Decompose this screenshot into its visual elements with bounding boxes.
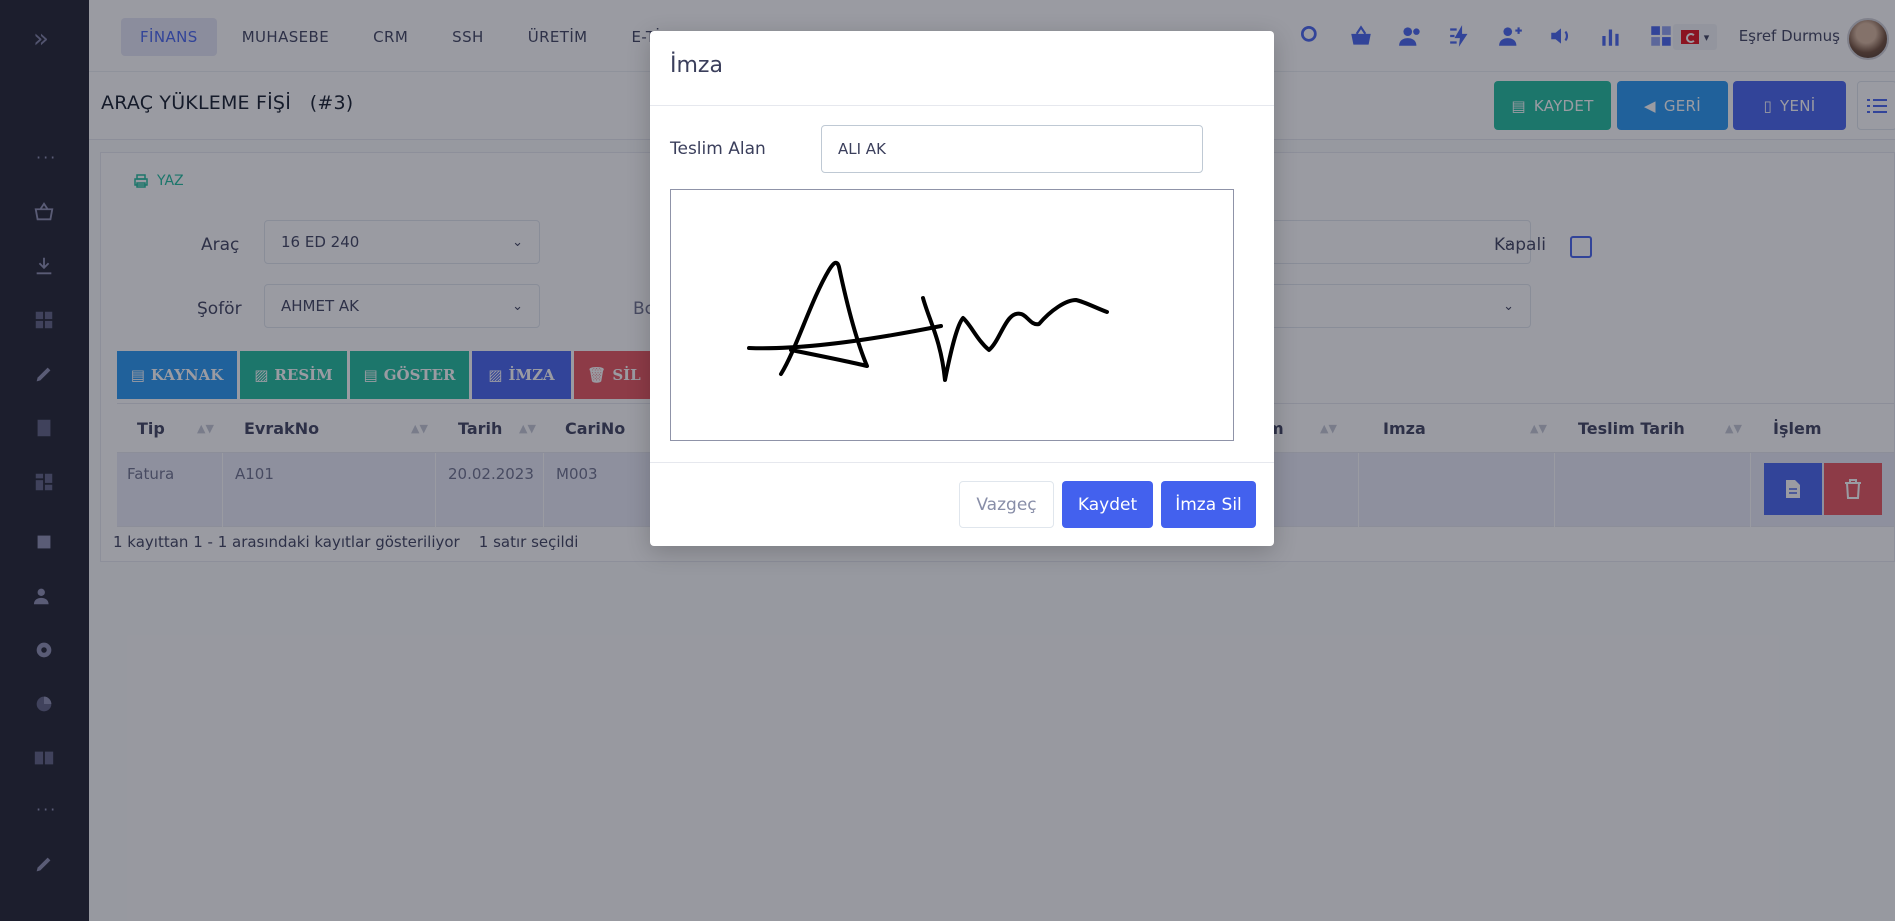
signature-drawing: [747, 260, 1109, 382]
teslim-alan-input[interactable]: ALI AK: [821, 125, 1203, 173]
modal-title: İmza: [670, 53, 723, 78]
cancel-button[interactable]: Vazgeç: [959, 481, 1054, 528]
modal-save-button[interactable]: Kaydet: [1062, 481, 1153, 528]
clear-signature-button[interactable]: İmza Sil: [1161, 481, 1256, 528]
signature-modal: İmza Teslim Alan ALI AK Vazgeç Kaydet İm…: [650, 31, 1274, 546]
teslim-alan-label: Teslim Alan: [670, 139, 766, 159]
signature-pad[interactable]: [670, 189, 1234, 441]
